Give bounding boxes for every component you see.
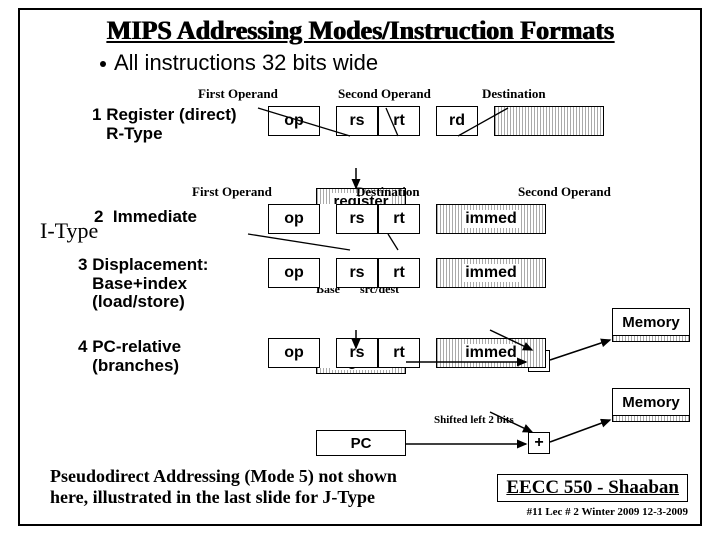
course-footer: EECC 550 - Shaaban [497,474,688,502]
field-rt: rt [378,338,420,368]
meta-footer: #11 Lec # 2 Winter 2009 12-3-2009 [527,506,688,518]
slide-subtitle: All instructions 32 bits wide [100,50,700,76]
field-rd: rd [436,106,478,136]
label-first-operand-2: First Operand [192,184,272,200]
mode1-label: 1 Register (direct) R-Type [92,106,237,143]
label-destination: Destination [482,86,546,102]
label-second-operand-2: Second Operand [518,184,611,200]
label-second-operand: Second Operand [338,86,431,102]
field-rs: rs [336,338,378,368]
slide-title: MIPS Addressing Modes/Instruction Format… [20,16,700,46]
mode2-format: op rs rt immed [268,204,546,234]
mode3-format: op rs rt immed [268,258,546,288]
memory-box-1: Memory [612,308,690,336]
mode3-label: 3 Displacement: Base+index (load/store) [78,256,208,312]
mode2-label: 2 Immediate [94,208,197,227]
mode1-format: op rs rt rd [268,106,604,136]
field-op: op [268,204,320,234]
pc-box: PC [316,430,406,456]
field-op: op [268,338,320,368]
field-rs: rs [336,258,378,288]
field-rt: rt [378,258,420,288]
field-unused [494,106,604,136]
field-immed: immed [436,204,546,234]
mode4-format: op rs rt immed [268,338,546,368]
field-rs: rs [336,204,378,234]
label-shifted: Shifted left 2 bits [434,414,514,426]
label-destination-2: Destination [356,184,420,200]
field-rs: rs [336,106,378,136]
field-op: op [268,258,320,288]
mode4-label: 4 PC-relative (branches) [78,338,181,375]
field-immed: immed [436,258,546,288]
footnote: Pseudodirect Addressing (Mode 5) not sho… [50,466,397,507]
field-rt: rt [378,106,420,136]
label-first-operand: First Operand [198,86,278,102]
adder-2: + [528,432,550,454]
field-op: op [268,106,320,136]
field-immed: immed [436,338,546,368]
field-rt: rt [378,204,420,234]
memory-box-2: Memory [612,388,690,416]
